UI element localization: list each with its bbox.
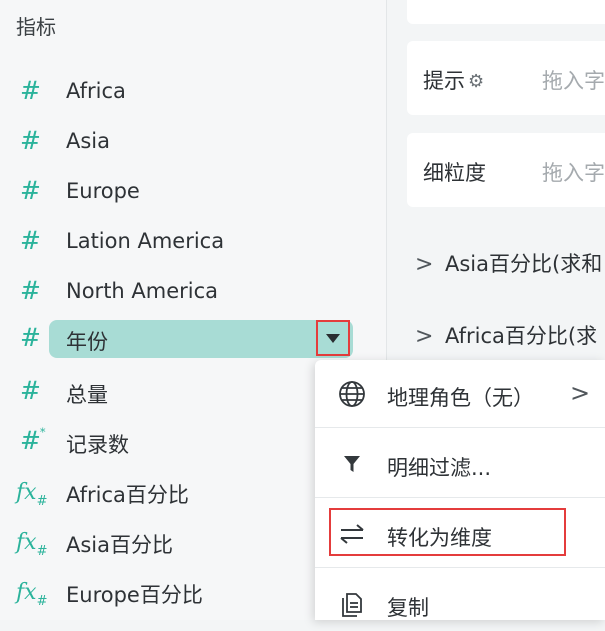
field-label: 总量 <box>66 383 108 407</box>
field-label: Asia百分比 <box>66 533 174 557</box>
filter-icon <box>337 449 367 479</box>
field-label: Lation America <box>66 229 225 253</box>
calculated-field-icon: fx# <box>16 480 48 509</box>
menu-item-convert-to-dimension[interactable]: 转化为维度 <box>315 505 605 561</box>
menu-divider <box>315 567 605 568</box>
field-item[interactable]: # North America <box>0 268 386 312</box>
field-context-menu: 地理角色（无） > 明细过滤... 转化为维度 复制 <box>315 360 605 620</box>
caret-down-icon <box>326 333 340 343</box>
field-label: Europe <box>66 179 140 203</box>
measure-hash-icon: # <box>20 126 41 155</box>
field-label: Africa百分比 <box>66 483 189 507</box>
chevron-right-icon: > <box>570 379 591 407</box>
measure-hash-icon: # <box>20 76 41 105</box>
field-item[interactable]: # Europe <box>0 168 386 212</box>
drop-placeholder: 拖入字 <box>542 161 605 185</box>
field-label: Africa <box>66 79 126 103</box>
menu-divider <box>315 427 605 428</box>
chevron-right-icon[interactable]: > <box>415 324 445 349</box>
detail-shelf-label: 细粒度 <box>423 161 486 185</box>
field-item[interactable]: # Asia <box>0 118 386 162</box>
measure-hash-icon: # <box>20 276 41 305</box>
measure-item[interactable]: > Asia百分比(求和 <box>415 248 602 278</box>
copy-icon <box>337 589 367 619</box>
menu-item-copy[interactable]: 复制 <box>315 575 605 631</box>
record-count-icon: # * <box>20 426 46 455</box>
field-label: 年份 <box>66 330 108 354</box>
menu-item-geo-role[interactable]: 地理角色（无） > <box>315 365 605 421</box>
calculated-field-icon: fx# <box>16 580 48 609</box>
field-dropdown-button[interactable] <box>316 320 350 356</box>
menu-item-detail-filter[interactable]: 明细过滤... <box>315 435 605 491</box>
measure-hash-icon: # <box>20 226 41 255</box>
drop-placeholder: 拖入字 <box>542 69 605 93</box>
field-label: Asia <box>66 129 111 153</box>
detail-shelf[interactable]: 细粒度 拖入字 <box>407 133 605 207</box>
measure-item[interactable]: > Africa百分比(求 <box>415 320 597 350</box>
measure-hash-icon: # <box>20 176 41 205</box>
menu-divider <box>315 497 605 498</box>
field-label: Europe百分比 <box>66 583 203 607</box>
field-item[interactable]: # Africa <box>0 68 386 112</box>
top-shelf[interactable] <box>407 0 605 24</box>
tooltip-shelf[interactable]: 提示 ⚙ 拖入字 <box>407 41 605 115</box>
calculated-field-icon: fx# <box>16 530 48 559</box>
convert-icon <box>337 519 367 549</box>
field-label: 记录数 <box>66 433 129 457</box>
field-item[interactable]: # Lation America <box>0 218 386 262</box>
measure-hash-icon: # <box>20 376 41 405</box>
panel-title: 指标 <box>16 15 56 39</box>
tooltip-shelf-label: 提示 ⚙ <box>423 69 485 93</box>
field-label: North America <box>66 279 219 303</box>
field-item-selected[interactable]: # 年份 <box>0 319 386 363</box>
chevron-right-icon[interactable]: > <box>415 252 445 277</box>
globe-icon <box>337 379 367 409</box>
gear-icon[interactable]: ⚙ <box>468 71 484 92</box>
